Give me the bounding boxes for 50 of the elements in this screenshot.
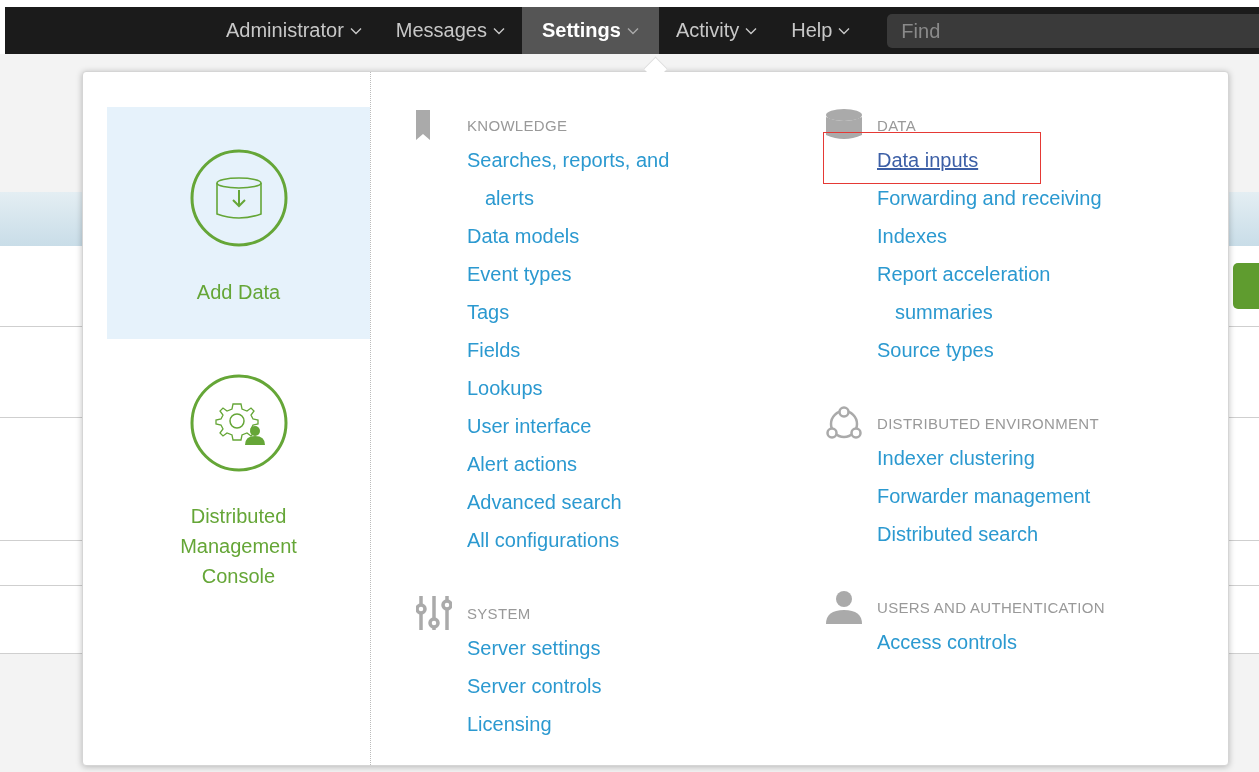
section-heading: USERS AND AUTHENTICATION: [877, 598, 1105, 616]
menu-link[interactable]: Forwarder management: [877, 477, 1091, 515]
menu-link[interactable]: User interface: [467, 407, 592, 445]
tile-label: Distributed Management Console: [179, 504, 298, 589]
menu-tile[interactable]: Distributed Management Console: [107, 339, 370, 599]
menu-link[interactable]: Advanced search: [467, 483, 622, 521]
chevron-down-icon: [626, 26, 639, 35]
network-icon: [826, 406, 862, 440]
menu-link[interactable]: Server settings: [467, 629, 601, 667]
sliders-icon: [416, 596, 452, 630]
nav-menu[interactable]: Settings: [521, 7, 659, 54]
tile-label: Add Data: [196, 280, 281, 305]
menu-link[interactable]: Report acceleration summaries: [877, 255, 1125, 331]
menu-link[interactable]: All configurations: [467, 521, 620, 559]
menu-link[interactable]: Forwarding and receiving: [877, 179, 1102, 217]
chevron-down-icon: [349, 26, 362, 35]
menu-link[interactable]: Searches, reports, and alerts: [467, 141, 715, 217]
menu-link[interactable]: Data inputs: [877, 141, 979, 179]
menu-link[interactable]: Tags: [467, 293, 510, 331]
database-download-icon: [188, 148, 289, 248]
chevron-down-icon: [745, 26, 758, 35]
menu-link[interactable]: Indexes: [877, 217, 948, 255]
menu-link[interactable]: Fields: [467, 331, 521, 369]
menu-link[interactable]: Distributed search: [877, 515, 1039, 553]
nav-menu[interactable]: Messages: [378, 7, 522, 54]
chevron-down-icon: [838, 26, 851, 35]
database-icon: [826, 109, 862, 141]
menu-link[interactable]: Licensing: [467, 705, 552, 743]
nav-menu[interactable]: Activity: [658, 7, 775, 54]
menu-link[interactable]: Source types: [877, 331, 994, 369]
menu-link[interactable]: Event types: [467, 255, 572, 293]
section-heading: DISTRIBUTED ENVIRONMENT: [877, 414, 1099, 432]
menu-link[interactable]: Alert actions: [467, 445, 578, 483]
chevron-down-icon: [492, 26, 505, 35]
menu-tile[interactable]: Add Data: [107, 107, 370, 339]
button-edge[interactable]: [1233, 263, 1259, 309]
search-field[interactable]: Find: [887, 14, 1259, 48]
menu-link[interactable]: Indexer clustering: [877, 439, 1035, 477]
user-icon: [826, 590, 862, 624]
section-heading: DATA: [877, 116, 916, 134]
menu-link[interactable]: Server controls: [467, 667, 602, 705]
section-heading: SYSTEM: [467, 604, 531, 622]
nav-menu[interactable]: Administrator: [209, 7, 379, 54]
menu-link[interactable]: Lookups: [467, 369, 543, 407]
menu-link[interactable]: Access controls: [877, 623, 1018, 661]
menu-link[interactable]: Data models: [467, 217, 580, 255]
section-heading: KNOWLEDGE: [467, 116, 568, 134]
nav-menu[interactable]: Help: [774, 7, 868, 54]
bookmark-icon: [416, 110, 430, 140]
gear-person-icon: [188, 373, 289, 473]
